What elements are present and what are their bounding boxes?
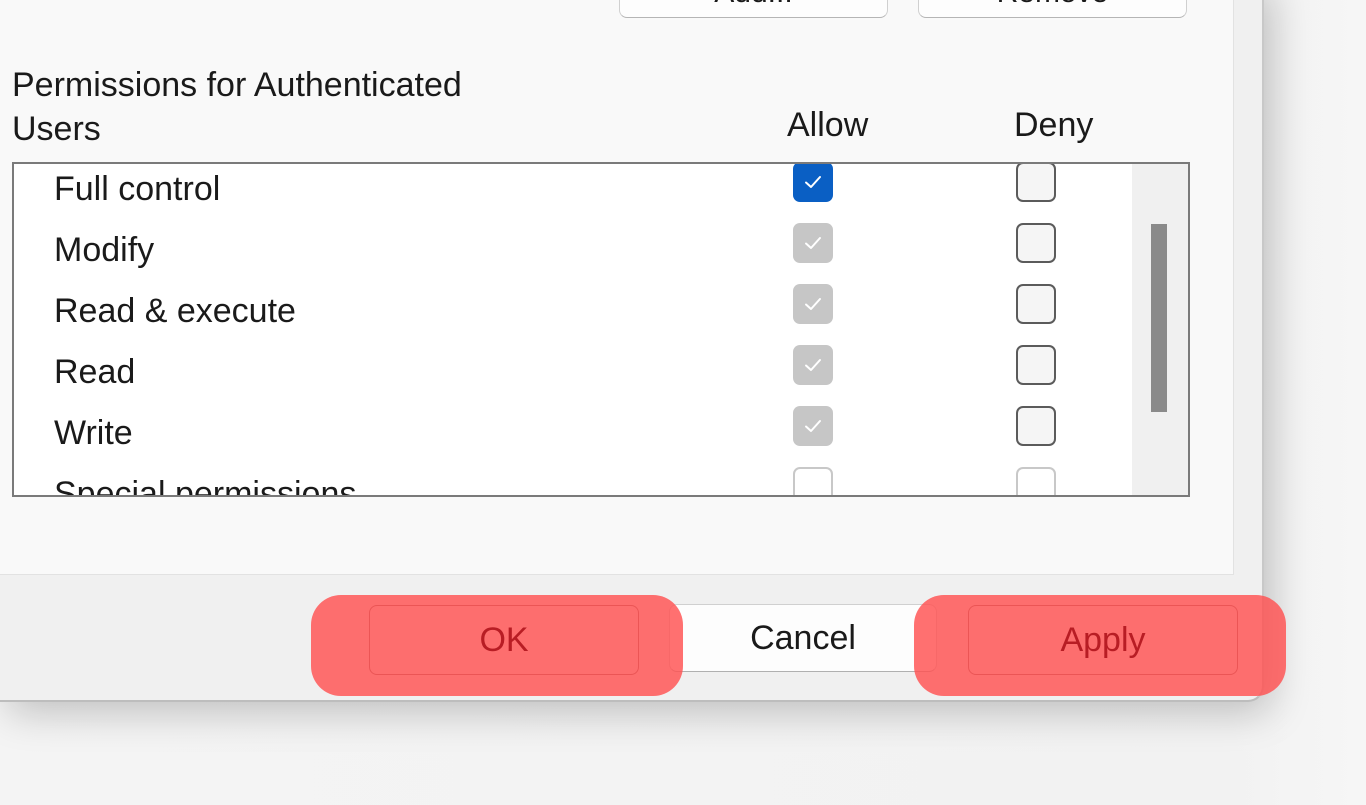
deny-checkbox[interactable] (1016, 406, 1056, 446)
add-button[interactable]: Add... (619, 0, 888, 18)
permission-row: Read & execute (14, 284, 1134, 347)
permission-row: Write (14, 406, 1134, 469)
apply-button-highlight: Apply (914, 595, 1286, 696)
allow-checkbox[interactable] (793, 164, 833, 202)
allow-checkbox[interactable] (793, 406, 833, 446)
allow-checkbox[interactable] (793, 223, 833, 263)
permission-label: Write (54, 414, 133, 452)
ok-button[interactable]: OK (369, 605, 639, 675)
scrollbar[interactable] (1132, 164, 1188, 495)
permission-row: Read (14, 345, 1134, 408)
permission-row: Full control (14, 164, 1134, 225)
permission-row: Modify (14, 223, 1134, 286)
apply-button[interactable]: Apply (968, 605, 1238, 675)
deny-checkbox[interactable] (1016, 284, 1056, 324)
deny-checkbox[interactable] (1016, 164, 1056, 202)
deny-column-header: Deny (1014, 106, 1094, 144)
allow-checkbox[interactable] (793, 467, 833, 495)
deny-checkbox[interactable] (1016, 467, 1056, 495)
deny-checkbox[interactable] (1016, 345, 1056, 385)
remove-button[interactable]: Remove (918, 0, 1187, 18)
permission-label: Special permissions (54, 475, 357, 497)
permission-label: Full control (54, 170, 221, 208)
scrollbar-thumb[interactable] (1151, 224, 1167, 412)
permission-row: Special permissions (14, 467, 1134, 497)
permission-label: Modify (54, 231, 155, 269)
deny-checkbox[interactable] (1016, 223, 1056, 263)
allow-column-header: Allow (787, 106, 869, 144)
allow-checkbox[interactable] (793, 284, 833, 324)
ok-button-highlight: OK (311, 595, 683, 696)
permission-label: Read & execute (54, 292, 296, 330)
allow-checkbox[interactable] (793, 345, 833, 385)
permissions-label: Permissions for Authenticated Users (12, 66, 462, 148)
permissions-list[interactable]: Full control Modify Read & execute Read Writ… (12, 162, 1190, 497)
permission-label: Read (54, 353, 136, 391)
cancel-button[interactable]: Cancel (669, 604, 937, 672)
